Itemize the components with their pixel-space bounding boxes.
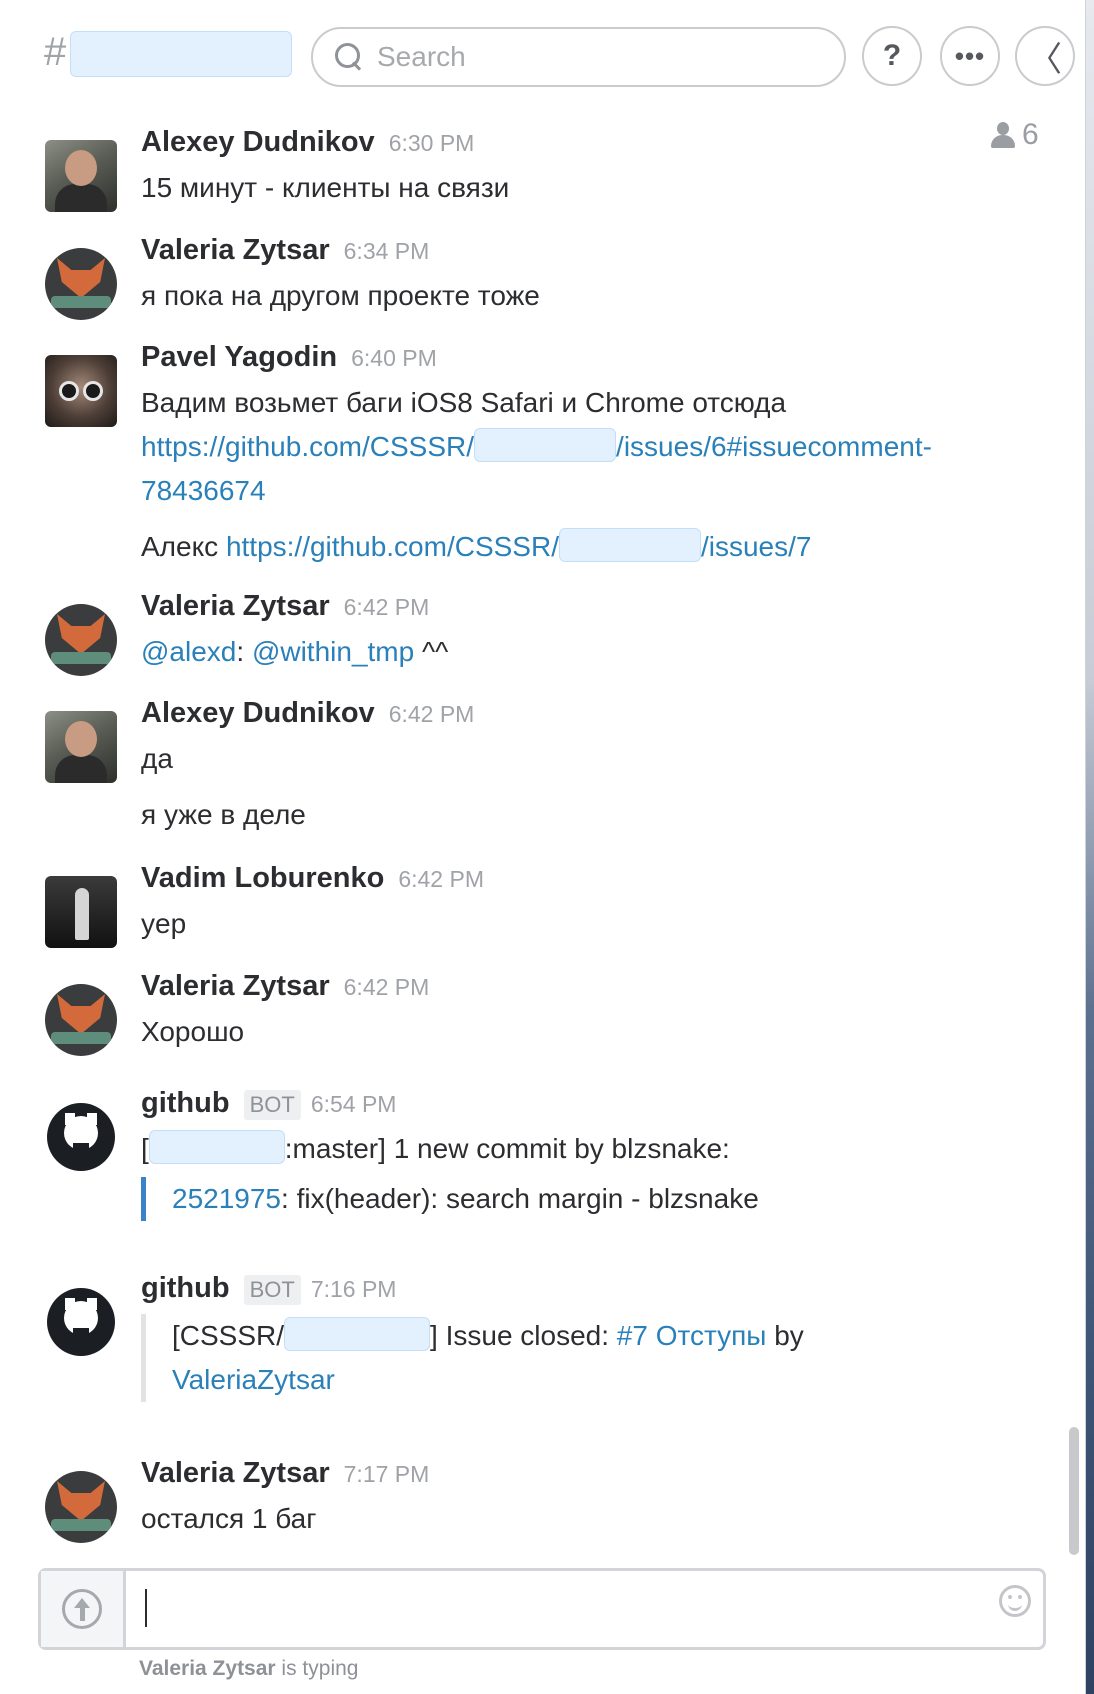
message-author[interactable]: github: [141, 1272, 230, 1305]
desktop-background: [1086, 0, 1094, 1694]
bot-badge: BOT: [243, 1275, 301, 1305]
search-icon: [333, 42, 363, 72]
slack-window: # Search ? ••• 〈 6 Alexey Dudnikov 6:30 …: [0, 0, 1094, 1694]
help-button[interactable]: ?: [862, 26, 922, 86]
message-author[interactable]: Valeria Zytsar: [141, 234, 330, 267]
more-options-button[interactable]: •••: [940, 26, 1000, 86]
message-author[interactable]: Alexey Dudnikov: [141, 697, 375, 730]
message-time[interactable]: 7:17 PM: [344, 1461, 430, 1488]
bot-badge: BOT: [243, 1090, 301, 1120]
redacted-repo: [148, 1130, 285, 1164]
window-edge: [1085, 0, 1086, 1694]
message-text: Хорошо: [141, 1016, 245, 1047]
avatar[interactable]: [45, 984, 117, 1056]
message-text: 15 минут - клиенты на связи: [141, 172, 510, 203]
avatar[interactable]: [45, 876, 117, 948]
redacted-repo: [474, 428, 617, 462]
message-author[interactable]: github: [141, 1087, 230, 1120]
upload-button[interactable]: [41, 1571, 126, 1647]
search-placeholder: Search: [377, 41, 466, 72]
message-text: я уже в деле: [141, 799, 306, 830]
message-author[interactable]: Valeria Zytsar: [141, 590, 330, 623]
commit-hash-link[interactable]: 2521975: [172, 1183, 281, 1214]
redacted-repo: [558, 528, 701, 562]
message-link[interactable]: /issues/7: [701, 531, 812, 562]
message-text: я пока на другом проекте тоже: [141, 280, 540, 311]
commit-attachment: 2521975: fix(header): search margin - bl…: [141, 1177, 1041, 1221]
message-author[interactable]: Valeria Zytsar: [141, 1457, 330, 1490]
message-input[interactable]: [38, 1568, 1046, 1650]
github-avatar-icon[interactable]: [45, 1286, 117, 1358]
collapse-button[interactable]: 〈: [1015, 26, 1075, 86]
message-time[interactable]: 6:30 PM: [389, 130, 475, 157]
avatar[interactable]: [45, 604, 117, 676]
avatar[interactable]: [45, 1471, 117, 1543]
issue-link[interactable]: #7 Отступы: [617, 1320, 767, 1351]
search-input[interactable]: Search: [311, 27, 846, 87]
avatar[interactable]: [45, 711, 117, 783]
message-author[interactable]: Alexey Dudnikov: [141, 126, 375, 159]
channel-name-redacted[interactable]: [70, 31, 292, 77]
mention-link[interactable]: @within_tmp: [252, 636, 414, 667]
typing-user: Valeria Zytsar: [139, 1657, 276, 1680]
text-caret: [145, 1589, 147, 1627]
message-author[interactable]: Vadim Loburenko: [141, 862, 384, 895]
avatar[interactable]: [45, 140, 117, 212]
message-text: yep: [141, 908, 187, 939]
message-time[interactable]: 6:42 PM: [389, 701, 475, 728]
mention-link[interactable]: @alexd: [141, 636, 236, 667]
message-text: Алекс https://github.com/CSSSR//issues/7: [141, 525, 1041, 569]
message-text: Вадим возьмет баги iOS8 Safari и Chrome …: [141, 387, 787, 418]
scrollbar-thumb[interactable]: [1069, 1427, 1079, 1555]
channel-header: # Search ? ••• 〈: [0, 0, 1085, 112]
user-link[interactable]: ValeriaZytsar: [172, 1364, 335, 1395]
message-time[interactable]: 6:42 PM: [344, 594, 430, 621]
message-time[interactable]: 6:40 PM: [351, 345, 437, 372]
message-time[interactable]: 7:16 PM: [311, 1276, 397, 1303]
emoji-icon[interactable]: [999, 1585, 1031, 1617]
message-time[interactable]: 6:42 PM: [344, 974, 430, 1001]
avatar[interactable]: [45, 355, 117, 427]
upload-icon: [62, 1589, 102, 1629]
message-link[interactable]: https://github.com/CSSSR/: [226, 531, 559, 562]
message-time[interactable]: 6:54 PM: [311, 1091, 397, 1118]
message-text: [:master] 1 new commit by blzsnake:: [141, 1127, 1041, 1171]
avatar[interactable]: [45, 248, 117, 320]
message-time[interactable]: 6:42 PM: [398, 866, 484, 893]
github-avatar-icon[interactable]: [45, 1101, 117, 1173]
issue-attachment: [CSSSR/] Issue closed: #7 Отступы by Val…: [141, 1314, 1041, 1402]
message-text: @alexd: @within_tmp ^^: [141, 636, 449, 667]
channel-hash-icon: #: [44, 30, 67, 74]
typing-indicator: Valeria Zytsar is typing: [139, 1657, 359, 1680]
message-text: остался 1 баг: [141, 1503, 317, 1534]
message-author[interactable]: Valeria Zytsar: [141, 970, 330, 1003]
message-time[interactable]: 6:34 PM: [344, 238, 430, 265]
message-text: да: [141, 743, 173, 774]
message-author[interactable]: Pavel Yagodin: [141, 341, 337, 374]
message-link[interactable]: https://github.com/CSSSR//issues/6#issue…: [141, 425, 1041, 513]
redacted-repo: [284, 1317, 431, 1351]
